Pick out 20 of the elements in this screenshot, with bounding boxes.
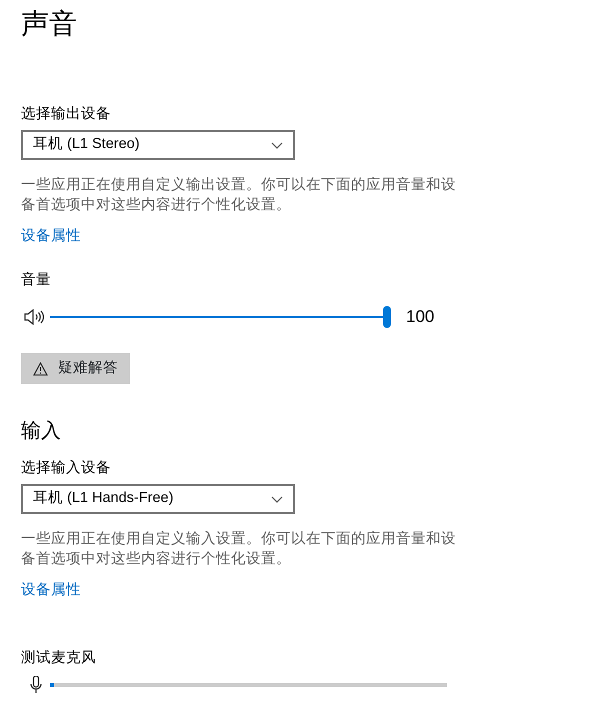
chevron-icon xyxy=(271,496,283,503)
page-title: 声音 xyxy=(21,7,78,41)
mic-test-label: 测试麦克风 xyxy=(21,649,97,668)
description-text: 一些应用正在使用自定义输出设置。你可以在下面的应用音量和设备首选项中对这些内容进行个性化设置。 xyxy=(21,176,457,215)
device-dropdown[interactable]: 耳机 (L1 Stereo) xyxy=(21,130,295,160)
input-device-label: 选择输入设备 xyxy=(21,459,112,478)
volume-reading: 100 xyxy=(406,306,434,328)
warning-icon xyxy=(33,362,48,376)
chevron-icon xyxy=(271,142,283,148)
description-text: 一些应用正在使用自定义输入设置。你可以在下面的应用音量和设备首选项中对这些内容进行个性化设置。 xyxy=(21,530,457,570)
output-device-label: 选择输出设备 xyxy=(21,105,112,124)
device-dropdown[interactable]: 耳机 (L1 Hands-Free) xyxy=(21,484,295,514)
volume-label: 音量 xyxy=(21,270,52,290)
slider-thumb[interactable] xyxy=(383,306,391,328)
section-heading: 输入 xyxy=(21,419,62,444)
speaker-icon xyxy=(24,308,44,324)
microphone-icon xyxy=(30,676,42,694)
device-properties-link[interactable]: 设备属性 xyxy=(21,228,81,244)
troubleshoot-button[interactable]: 疑难解答 xyxy=(21,353,130,384)
device-properties-link[interactable]: 设备属性 xyxy=(21,582,81,598)
